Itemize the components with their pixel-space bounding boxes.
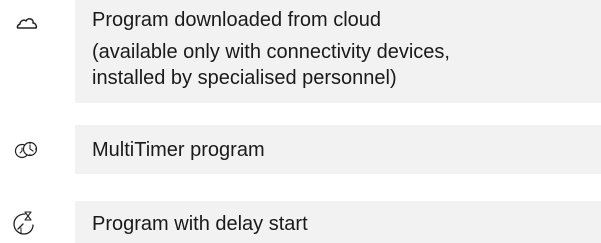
program-row-cloud: Program downloaded from cloud (available… <box>0 0 601 103</box>
program-description: Program with delay start <box>75 201 601 243</box>
program-row-multitimer: MultiTimer program <box>0 125 601 174</box>
delay-start-icon <box>12 211 72 237</box>
multitimer-icon <box>14 139 74 161</box>
program-description: Program downloaded from cloud (available… <box>75 0 601 103</box>
cloud-icon <box>16 16 76 30</box>
description-line: Program with delay start <box>92 213 308 235</box>
description-line: Program downloaded from cloud <box>92 9 382 31</box>
program-description: MultiTimer program <box>75 125 601 174</box>
description-line: MultiTimer program <box>92 139 265 161</box>
program-row-delay: Program with delay start <box>0 201 601 243</box>
description-line: (available only with connectivity device… <box>92 41 450 63</box>
description-line: installed by specialised personnel) <box>92 67 397 89</box>
